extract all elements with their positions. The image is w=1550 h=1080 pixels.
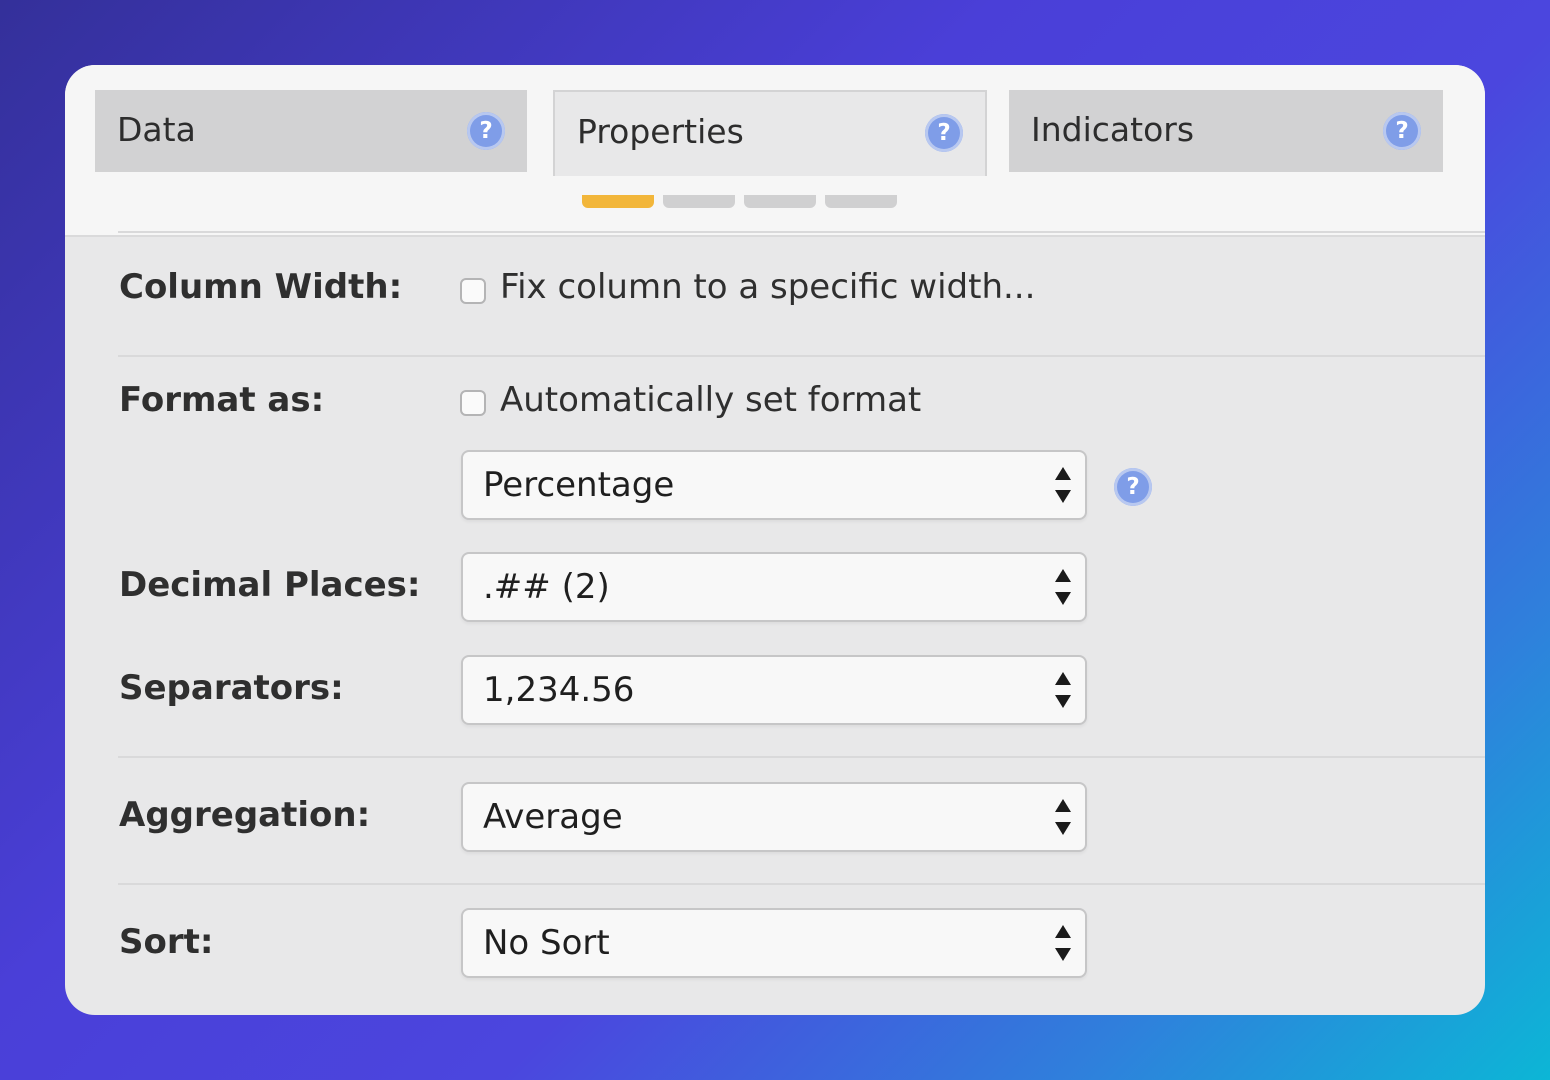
tab-properties[interactable]: Properties ? [553,90,987,176]
step-4[interactable] [825,195,897,208]
aggregation-select-value: Average [483,797,623,837]
select-arrows-icon [1055,799,1071,835]
help-icon[interactable]: ? [1383,112,1421,150]
sort-label: Sort: [119,922,214,962]
auto-format-checkbox[interactable] [460,390,486,416]
aggregation-select[interactable]: Average [461,782,1087,852]
tab-bar: Data ? Properties ? Indicators ? [65,65,1485,237]
column-width-label: Column Width: [119,267,403,307]
tab-indicators-label: Indicators [1031,110,1195,149]
separators-select[interactable]: 1,234.56 [461,655,1087,725]
select-arrows-icon [1055,467,1071,503]
separators-label: Separators: [119,668,344,708]
help-icon[interactable]: ? [925,114,963,152]
help-icon[interactable]: ? [1114,468,1152,506]
divider [118,883,1485,885]
step-1[interactable] [582,195,654,208]
fix-column-width-checkbox[interactable] [460,278,486,304]
tab-indicators[interactable]: Indicators ? [1009,90,1443,172]
format-as-label: Format as: [119,380,325,420]
divider [118,355,1485,357]
auto-format-text[interactable]: Automatically set format [500,380,921,420]
step-3[interactable] [744,195,816,208]
decimal-places-label: Decimal Places: [119,565,421,605]
help-icon[interactable]: ? [467,112,505,150]
properties-panel: Data ? Properties ? Indicators ? Column … [65,65,1485,1015]
separators-select-value: 1,234.56 [483,670,635,710]
sort-select[interactable]: No Sort [461,908,1087,978]
sort-select-value: No Sort [483,923,610,963]
select-arrows-icon [1055,672,1071,708]
fix-column-width-text[interactable]: Fix column to a specific width... [500,267,1035,307]
select-arrows-icon [1055,569,1071,605]
divider [118,231,1485,233]
tab-data[interactable]: Data ? [95,90,527,172]
step-2[interactable] [663,195,735,208]
format-select[interactable]: Percentage [461,450,1087,520]
decimal-places-select[interactable]: .## (2) [461,552,1087,622]
aggregation-label: Aggregation: [119,795,371,835]
tab-data-label: Data [117,110,196,149]
decimal-places-select-value: .## (2) [483,567,610,607]
format-select-value: Percentage [483,465,675,505]
select-arrows-icon [1055,925,1071,961]
tab-properties-label: Properties [577,112,744,151]
divider [118,756,1485,758]
